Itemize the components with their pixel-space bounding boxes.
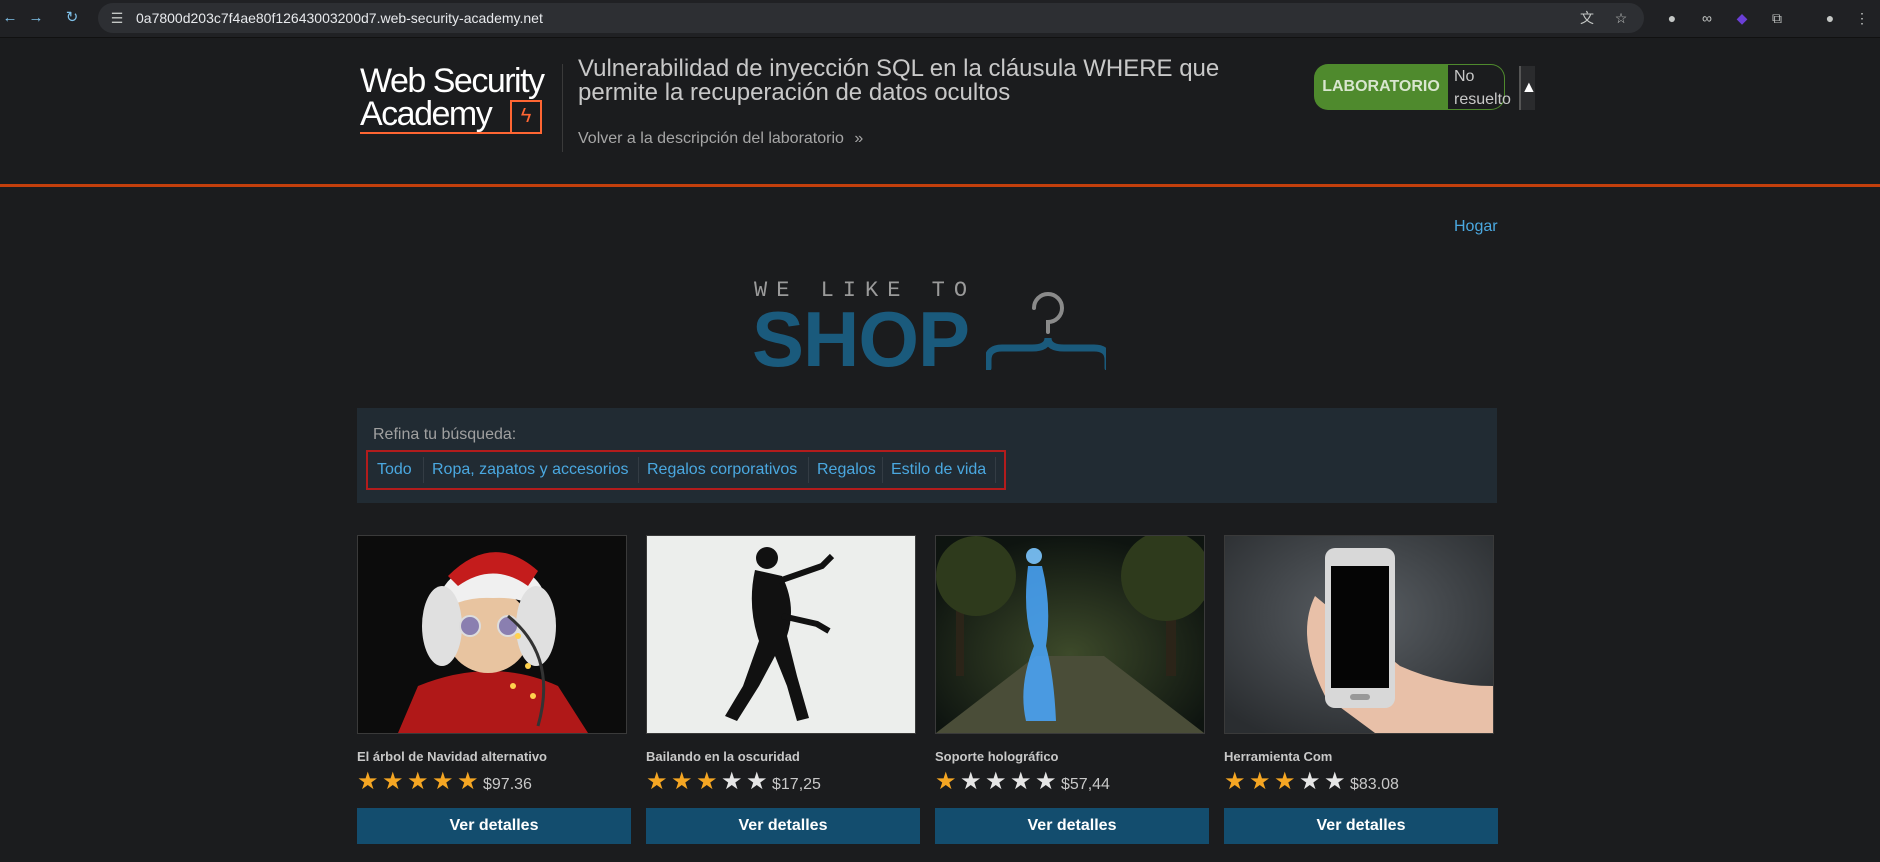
star-empty-icon: ★	[985, 768, 1007, 795]
back-arrow-icon[interactable]: ←	[0, 8, 20, 28]
view-details-button[interactable]: Ver detalles	[646, 808, 920, 844]
chevron-right-icon: »	[854, 130, 864, 147]
bookmark-star-icon[interactable]: ☆	[1612, 9, 1630, 27]
star-filled-icon: ★	[935, 768, 957, 795]
product-price: $57,44	[1061, 776, 1110, 793]
star-empty-icon: ★	[721, 768, 743, 795]
star-filled-icon: ★	[407, 768, 429, 795]
product-price: $83.08	[1350, 776, 1399, 793]
product-image-hologram[interactable]	[935, 535, 1205, 734]
reload-icon[interactable]: ↻	[62, 8, 82, 28]
extension-diamond-icon[interactable]: ◆	[1732, 8, 1752, 28]
star-filled-icon: ★	[357, 768, 379, 795]
category-todo[interactable]: Todo	[372, 457, 424, 483]
star-empty-icon: ★	[1035, 768, 1057, 795]
view-details-button[interactable]: Ver detalles	[1224, 808, 1498, 844]
filter-panel: Refina tu búsqueda: Todo Ropa, zapatos y…	[357, 408, 1497, 503]
lightning-icon: ϟ	[510, 100, 542, 134]
extension-glasses-icon[interactable]: ∞	[1697, 8, 1717, 28]
lab-badge: LABORATORIO	[1314, 64, 1448, 110]
star-empty-icon: ★	[746, 768, 768, 795]
star-empty-icon: ★	[960, 768, 982, 795]
product-image-phone[interactable]	[1224, 535, 1494, 734]
menu-kebab-icon[interactable]: ⋮	[1852, 8, 1872, 28]
web-security-academy-logo[interactable]: Web Security Academy ϟ	[360, 64, 560, 134]
star-empty-icon: ★	[1299, 768, 1321, 795]
translate-icon[interactable]: 文	[1578, 9, 1596, 27]
lab-header: Web Security Academy ϟ Vulnerabilidad de…	[0, 38, 1880, 187]
product-image-dancer[interactable]	[646, 535, 916, 734]
status-badge: No resuelto	[1448, 64, 1511, 110]
star-empty-icon: ★	[1010, 768, 1032, 795]
product-price: $97.36	[483, 776, 532, 793]
forward-arrow-icon[interactable]: →	[26, 8, 46, 28]
hanger-icon	[986, 292, 1106, 370]
logo-line1: Web Security	[360, 62, 545, 100]
view-details-button[interactable]: Ver detalles	[935, 808, 1209, 844]
category-filter-list: Todo Ropa, zapatos y accesorios Regalos …	[366, 450, 1006, 490]
logo-underline	[360, 132, 515, 134]
filter-label: Refina tu búsqueda:	[373, 426, 517, 443]
shop-logo: WE LIKE TO SHOP	[752, 278, 1106, 378]
divider	[562, 64, 563, 152]
shop-logo-word: SHOP	[752, 295, 970, 383]
home-link[interactable]: Hogar	[1454, 218, 1498, 236]
star-filled-icon: ★	[1274, 768, 1296, 795]
back-to-lab-description-link[interactable]: Volver a la descripción del laboratorio …	[578, 130, 863, 148]
product-name: Bailando en la oscuridad	[646, 749, 800, 764]
star-filled-icon: ★	[382, 768, 404, 795]
star-empty-icon: ★	[1324, 768, 1346, 795]
site-info-icon[interactable]: ☰	[108, 9, 126, 27]
back-link-text: Volver a la descripción del laboratorio	[578, 130, 844, 147]
url-text[interactable]: 0a7800d203c7f4ae80f12643003200d7.web-sec…	[136, 10, 543, 26]
logo-line2: Academy	[360, 95, 493, 133]
category-estilo-de-vida[interactable]: Estilo de vida	[886, 457, 996, 483]
extension-cookie-icon[interactable]: ●	[1662, 8, 1682, 28]
product-price: $17,25	[772, 776, 821, 793]
star-filled-icon: ★	[671, 768, 693, 795]
product-name: Soporte holográfico	[935, 749, 1059, 764]
profile-icon[interactable]: ●	[1820, 8, 1840, 28]
star-filled-icon: ★	[1224, 768, 1246, 795]
product-name: Herramienta Com	[1224, 749, 1333, 764]
category-regalos-corporativos[interactable]: Regalos corporativos	[642, 457, 809, 483]
product-name: El árbol de Navidad alternativo	[357, 749, 547, 764]
extensions-puzzle-icon[interactable]: ⧉	[1767, 8, 1787, 28]
address-bar[interactable]: ☰ 0a7800d203c7f4ae80f12643003200d7.web-s…	[98, 3, 1644, 33]
product-image-santa[interactable]	[357, 535, 627, 734]
browser-toolbar: ← → ↻ ☰ 0a7800d203c7f4ae80f12643003200d7…	[0, 0, 1880, 38]
category-ropa[interactable]: Ropa, zapatos y accesorios	[427, 457, 639, 483]
category-regalos[interactable]: Regalos	[812, 457, 883, 483]
star-filled-icon: ★	[646, 768, 668, 795]
view-details-button[interactable]: Ver detalles	[357, 808, 631, 844]
star-filled-icon: ★	[432, 768, 454, 795]
star-filled-icon: ★	[457, 768, 479, 795]
lab-icon: ▲	[1519, 66, 1535, 110]
star-filled-icon: ★	[696, 768, 718, 795]
lab-title: Vulnerabilidad de inyección SQL en la cl…	[578, 55, 1220, 106]
star-filled-icon: ★	[1249, 768, 1271, 795]
